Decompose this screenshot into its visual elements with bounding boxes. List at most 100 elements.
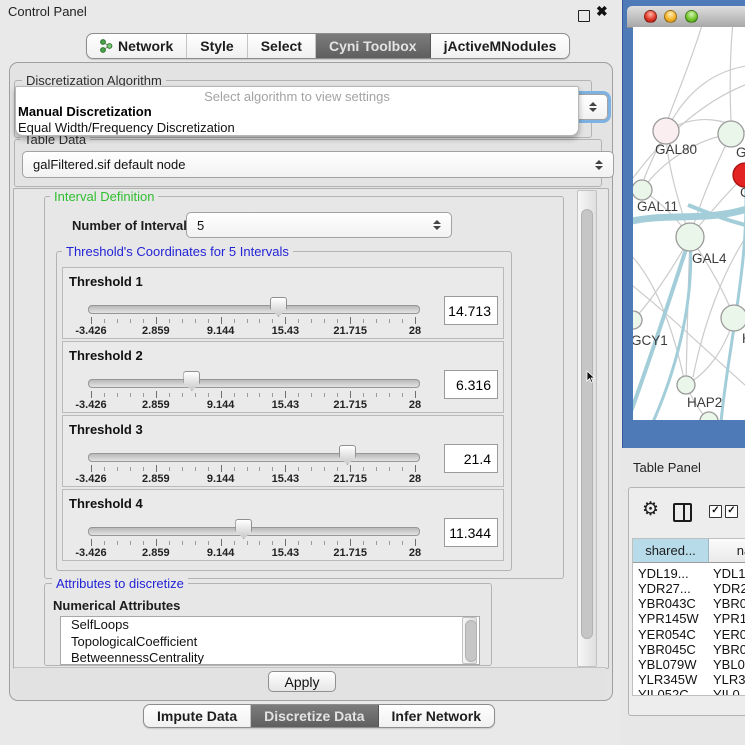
gear-icon[interactable]: ⚙ (642, 498, 659, 521)
columns-icon[interactable] (673, 503, 692, 522)
threshold-1-value-field[interactable] (444, 296, 498, 325)
checkbox-icon[interactable]: ✓ (709, 505, 722, 518)
network-canvas[interactable]: GAL80 GA C GAL11 GAL4 GCY1 H HAP2 (633, 27, 745, 420)
list-item[interactable]: TopologicalCoefficient (61, 634, 479, 651)
threshold-1-slider-thumb[interactable] (270, 297, 287, 317)
table-data-combobox[interactable]: galFiltered.sif default node (22, 151, 614, 178)
threshold-2-value-field[interactable] (444, 370, 498, 399)
tab-jactivemnodules[interactable]: jActiveMNodules (431, 34, 570, 58)
tick-label: 21.715 (333, 547, 367, 559)
minimize-traffic-light-icon[interactable] (664, 10, 677, 23)
close-traffic-light-icon[interactable] (644, 10, 657, 23)
tick (156, 317, 157, 324)
list-item[interactable]: SelfLoops (61, 617, 479, 634)
tick (182, 393, 183, 397)
tab-select[interactable]: Select (248, 34, 316, 58)
attributes-list-scrollbar[interactable] (462, 617, 477, 664)
tick (363, 319, 364, 323)
tick (169, 467, 170, 471)
tick (195, 319, 196, 323)
zoom-traffic-light-icon[interactable] (685, 10, 698, 23)
tick (91, 539, 92, 546)
tab-impute-data-label: Impute Data (157, 708, 237, 724)
node-gal11[interactable] (633, 180, 652, 200)
tick (182, 541, 183, 545)
tick (117, 393, 118, 397)
tick (91, 317, 92, 324)
tab-infer-network-label: Infer Network (392, 708, 481, 724)
table-row[interactable]: YDR27...YDR2 (633, 581, 745, 596)
table-row[interactable]: YDL19...YDL1 (633, 566, 745, 581)
tick (363, 541, 364, 545)
table-row[interactable]: YPR145WYPR1 (633, 611, 745, 626)
threshold-4-value-field[interactable] (444, 518, 498, 547)
threshold-2-slider-track[interactable] (88, 379, 420, 388)
number-of-intervals-combobox[interactable]: 5 (186, 212, 452, 238)
node-gal80[interactable] (653, 118, 679, 144)
tab-network[interactable]: Network (87, 34, 187, 58)
tick (298, 467, 299, 471)
network-window-titlebar[interactable] (627, 6, 745, 28)
tick (208, 541, 209, 545)
threshold-3-slider-track[interactable] (88, 453, 420, 462)
algorithm-option-equal-width[interactable]: Equal Width/Frequency Discretization (18, 120, 235, 135)
column-header-shared-name[interactable]: shared... (633, 539, 709, 563)
tick (402, 319, 403, 323)
table-row[interactable]: YBR043CYBR0 (633, 596, 745, 611)
tick (259, 319, 260, 323)
table-row[interactable]: YBL079WYBL0 (633, 657, 745, 672)
tick-label: 2.859 (142, 473, 170, 485)
column-header-name[interactable]: na (709, 539, 745, 563)
threshold-4-slider-track[interactable] (88, 527, 420, 536)
tick (402, 467, 403, 471)
list-item[interactable]: BetweennessCentrality (61, 650, 479, 665)
tick (350, 317, 351, 324)
tab-discretize-data[interactable]: Discretize Data (251, 705, 378, 727)
apply-button[interactable]: Apply (268, 671, 336, 692)
tick (91, 391, 92, 398)
table-row[interactable]: YLR345WYLR3 (633, 672, 745, 687)
tab-cyni-toolbox-label: Cyni Toolbox (329, 38, 417, 54)
algorithm-option-manual[interactable]: Manual Discretization (18, 104, 152, 119)
tick (376, 393, 377, 397)
node-label: HAP2 (687, 395, 722, 410)
close-icon[interactable]: ✖ (596, 3, 608, 20)
node-gal4[interactable] (676, 223, 704, 251)
node-hap2[interactable] (677, 376, 695, 394)
threshold-3-slider-thumb[interactable] (339, 445, 356, 465)
tick (298, 541, 299, 545)
tick (285, 391, 286, 398)
tab-impute-data[interactable]: Impute Data (144, 705, 251, 727)
slider-tick-labels: -3.4262.8599.14415.4321.71528 (91, 325, 417, 336)
threshold-3-value-field[interactable] (444, 444, 498, 473)
tick-label: 15.43 (272, 547, 300, 559)
tick (117, 541, 118, 545)
tick (182, 467, 183, 471)
tab-style[interactable]: Style (187, 34, 247, 58)
node-red-selected[interactable] (733, 163, 745, 187)
threshold-4-slider-thumb[interactable] (235, 519, 252, 539)
threshold-2-slider-thumb[interactable] (183, 371, 200, 391)
threshold-4-label: Threshold 4 (69, 496, 143, 511)
tab-infer-network[interactable]: Infer Network (379, 705, 494, 727)
table-row[interactable]: YER054CYER0 (633, 627, 745, 642)
node-table: shared... na YDL19...YDL1 YDR27...YDR2 Y… (632, 538, 745, 696)
node-right-h[interactable] (721, 305, 745, 331)
table-horizontal-scrollbar[interactable] (633, 695, 745, 696)
threshold-1-label: Threshold 1 (69, 274, 143, 289)
settings-panel-scrollbar[interactable] (577, 190, 597, 667)
tab-cyni-toolbox[interactable]: Cyni Toolbox (316, 34, 431, 58)
node-label: GCY1 (633, 333, 668, 348)
node-top-right[interactable] (718, 121, 744, 147)
slider-tick-labels: -3.4262.8599.14415.4321.71528 (91, 399, 417, 410)
table-row[interactable]: YBR045CYBR0 (633, 642, 745, 657)
tick (117, 319, 118, 323)
tick (247, 541, 248, 545)
node-gcy1[interactable] (633, 311, 642, 329)
checkbox-icon[interactable]: ✓ (725, 505, 738, 518)
threshold-1-slider-track[interactable] (88, 305, 420, 314)
tick (337, 319, 338, 323)
float-window-icon[interactable] (578, 10, 590, 22)
tick (298, 393, 299, 397)
tick (221, 317, 222, 324)
